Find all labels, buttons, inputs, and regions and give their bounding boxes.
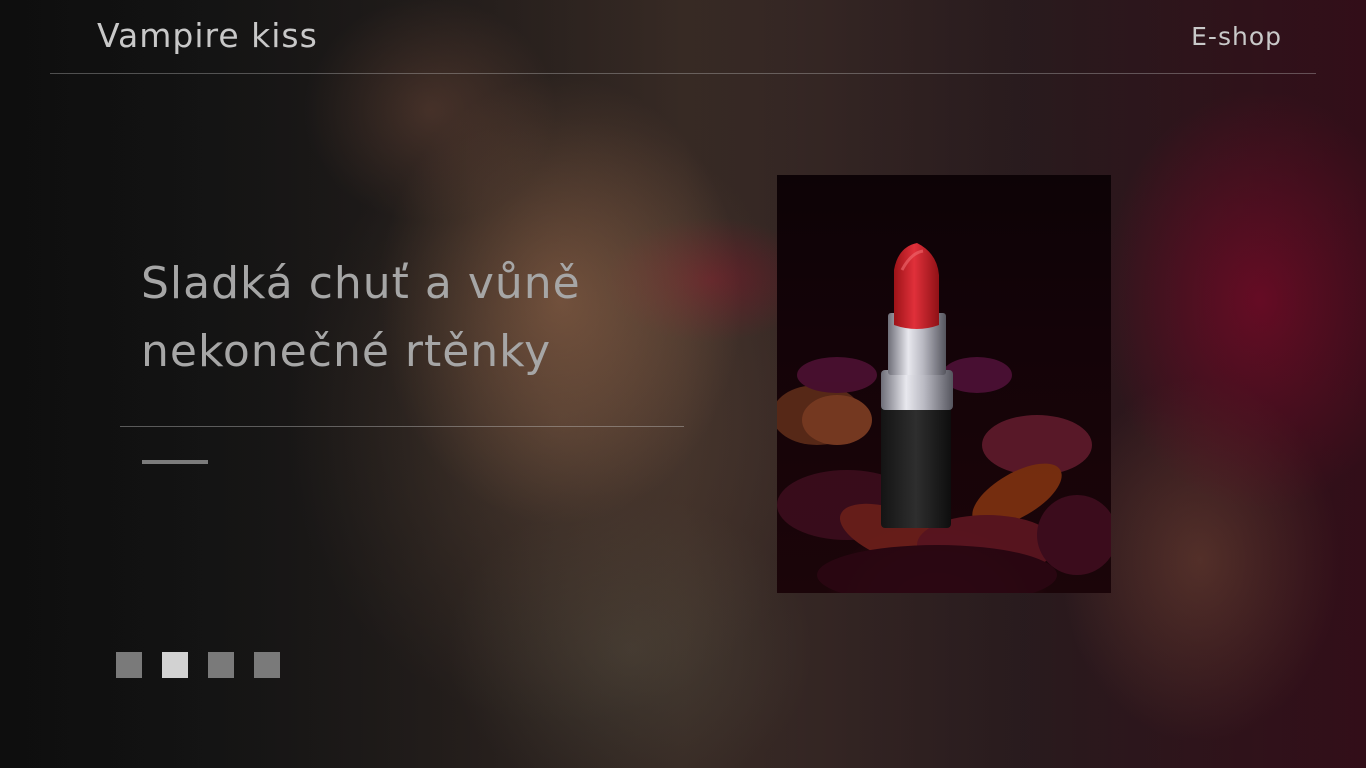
page: Vampire kiss E-shop Sladká chuť a vůně n…	[0, 0, 1366, 768]
slider-dot-1[interactable]	[116, 652, 142, 678]
product-image	[777, 175, 1111, 593]
hero-title: Sladká chuť a vůně nekonečné rtěnky	[141, 250, 681, 386]
hero-title-line-1: Sladká chuť a vůně	[141, 258, 581, 309]
hero-title-line-2: nekonečné rtěnky	[141, 326, 552, 377]
slider-dot-2-active[interactable]	[162, 652, 188, 678]
hero-divider	[120, 426, 684, 427]
slider-dot-3[interactable]	[208, 652, 234, 678]
lipstick-image	[777, 243, 1111, 593]
site-header: Vampire kiss E-shop	[50, 0, 1316, 74]
eshop-link[interactable]: E-shop	[1191, 22, 1282, 51]
brand-logo-text[interactable]: Vampire kiss	[97, 16, 318, 55]
slider-pagination	[116, 652, 280, 678]
slider-dot-4[interactable]	[254, 652, 280, 678]
hero-accent-bar	[142, 460, 208, 464]
